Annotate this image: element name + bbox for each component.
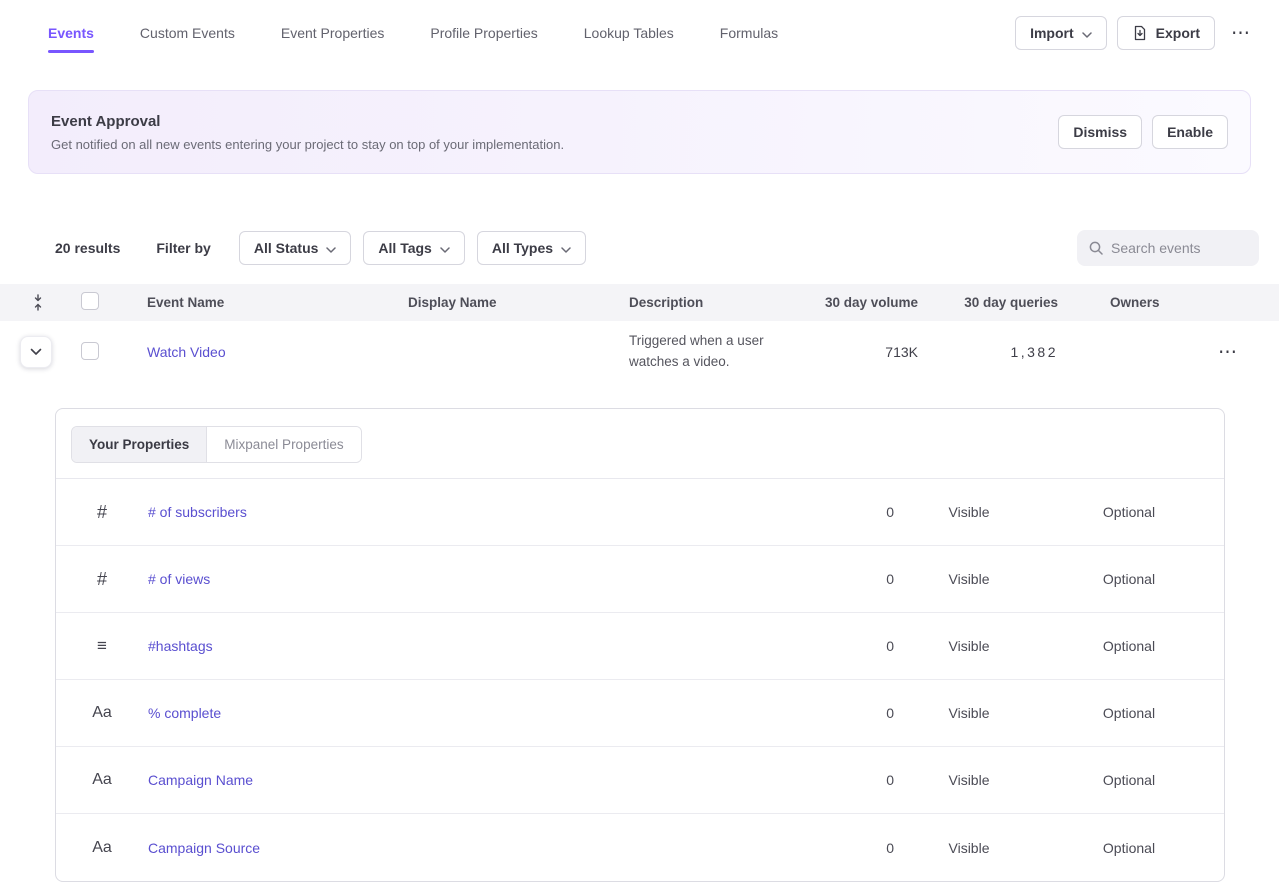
col-queries: 30 day queries [926, 295, 1066, 310]
property-volume: 0 [774, 840, 894, 856]
tab-mixpanel-properties[interactable]: Mixpanel Properties [207, 427, 360, 462]
property-name-link[interactable]: Campaign Source [148, 840, 260, 856]
row-more-options-icon[interactable]: ⋯ [1212, 339, 1279, 366]
queries-cell: 1,382 [926, 344, 1066, 360]
tab-event-properties[interactable]: Event Properties [281, 17, 385, 49]
property-visibility[interactable]: Visible [894, 571, 1044, 587]
collapse-row-button[interactable] [20, 336, 52, 368]
results-count: 20 results [55, 240, 120, 256]
import-button[interactable]: Import [1015, 16, 1107, 50]
property-requirement[interactable]: Optional [1044, 571, 1214, 587]
tab-formulas[interactable]: Formulas [720, 17, 778, 49]
text-type-icon: Aa [92, 704, 112, 722]
status-filter-label: All Status [254, 240, 319, 256]
event-approval-banner: Event Approval Get notified on all new e… [28, 90, 1251, 174]
property-requirement[interactable]: Optional [1044, 705, 1214, 721]
banner-title: Event Approval [51, 113, 564, 130]
property-row: ≡ #hashtags 0 Visible Optional [56, 613, 1224, 680]
chevron-down-icon [1082, 25, 1092, 41]
text-type-icon: Aa [92, 839, 112, 857]
filter-by-label: Filter by [156, 240, 210, 256]
properties-tab-group: Your Properties Mixpanel Properties [71, 426, 362, 463]
tab-lookup-tables[interactable]: Lookup Tables [584, 17, 674, 49]
export-button-label: Export [1156, 25, 1200, 41]
property-visibility[interactable]: Visible [894, 504, 1044, 520]
search-icon [1088, 240, 1104, 256]
banner-description: Get notified on all new events entering … [51, 137, 564, 152]
collapse-all-icon[interactable] [20, 294, 56, 311]
property-volume: 0 [774, 571, 894, 587]
col-description: Description [629, 295, 820, 310]
property-name-link[interactable]: # of views [148, 571, 210, 587]
filter-bar: 20 results Filter by All Status All Tags… [55, 230, 1259, 266]
property-name-link[interactable]: #hashtags [148, 638, 213, 654]
export-button[interactable]: Export [1117, 16, 1215, 50]
property-requirement[interactable]: Optional [1044, 638, 1214, 654]
status-filter-dropdown[interactable]: All Status [239, 231, 352, 265]
property-volume: 0 [774, 705, 894, 721]
property-volume: 0 [774, 638, 894, 654]
table-row: Watch Video Triggered when a user watche… [0, 321, 1279, 383]
property-name-link[interactable]: # of subscribers [148, 504, 247, 520]
event-name-link[interactable]: Watch Video [147, 344, 226, 360]
property-visibility[interactable]: Visible [894, 772, 1044, 788]
col-display-name: Display Name [408, 295, 629, 310]
import-button-label: Import [1030, 25, 1074, 41]
col-owners: Owners [1066, 295, 1206, 310]
properties-panel: Your Properties Mixpanel Properties # # … [55, 408, 1225, 882]
table-header: Event Name Display Name Description 30 d… [0, 284, 1279, 321]
export-icon [1132, 25, 1148, 41]
row-checkbox[interactable] [81, 342, 99, 360]
property-requirement[interactable]: Optional [1044, 504, 1214, 520]
property-row: Aa % complete 0 Visible Optional [56, 680, 1224, 747]
property-name-link[interactable]: Campaign Name [148, 772, 253, 788]
lexicon-events-page: Events Custom Events Event Properties Pr… [0, 0, 1279, 884]
volume-cell: 713K [820, 344, 926, 360]
tab-profile-properties[interactable]: Profile Properties [430, 17, 537, 49]
property-row: # # of views 0 Visible Optional [56, 546, 1224, 613]
property-requirement[interactable]: Optional [1044, 840, 1214, 856]
nav-tab-bar: Events Custom Events Event Properties Pr… [48, 17, 778, 49]
property-volume: 0 [774, 504, 894, 520]
banner-text: Event Approval Get notified on all new e… [51, 113, 564, 152]
tab-your-properties[interactable]: Your Properties [72, 427, 207, 462]
top-navigation: Events Custom Events Event Properties Pr… [0, 0, 1279, 66]
dismiss-button[interactable]: Dismiss [1058, 115, 1142, 149]
property-row: Aa Campaign Source 0 Visible Optional [56, 814, 1224, 881]
chevron-down-icon [561, 240, 571, 256]
number-type-icon: # [97, 502, 107, 523]
search-box [1077, 230, 1259, 266]
nav-actions: Import Export ⋯ [1015, 16, 1257, 50]
tags-filter-dropdown[interactable]: All Tags [363, 231, 464, 265]
banner-actions: Dismiss Enable [1058, 115, 1228, 149]
description-cell: Triggered when a user watches a video. [629, 321, 820, 383]
tab-custom-events[interactable]: Custom Events [140, 17, 235, 49]
chevron-down-icon [440, 240, 450, 256]
filter-dropdowns: All Status All Tags All Types [239, 231, 586, 265]
col-event-name: Event Name [147, 295, 408, 310]
tags-filter-label: All Tags [378, 240, 431, 256]
select-all-checkbox[interactable] [81, 292, 99, 310]
more-options-icon[interactable]: ⋯ [1225, 20, 1257, 47]
search-input[interactable] [1077, 230, 1259, 266]
property-visibility[interactable]: Visible [894, 840, 1044, 856]
tab-events[interactable]: Events [48, 17, 94, 49]
property-visibility[interactable]: Visible [894, 638, 1044, 654]
col-volume: 30 day volume [820, 295, 926, 310]
types-filter-dropdown[interactable]: All Types [477, 231, 586, 265]
number-type-icon: # [97, 569, 107, 590]
property-name-link[interactable]: % complete [148, 705, 221, 721]
chevron-down-icon [30, 348, 42, 356]
property-visibility[interactable]: Visible [894, 705, 1044, 721]
property-volume: 0 [774, 772, 894, 788]
property-row: Aa Campaign Name 0 Visible Optional [56, 747, 1224, 814]
list-type-icon: ≡ [97, 636, 107, 656]
text-type-icon: Aa [92, 771, 112, 789]
enable-button[interactable]: Enable [1152, 115, 1228, 149]
property-row: # # of subscribers 0 Visible Optional [56, 479, 1224, 546]
properties-panel-header: Your Properties Mixpanel Properties [56, 409, 1224, 478]
chevron-down-icon [326, 240, 336, 256]
types-filter-label: All Types [492, 240, 553, 256]
property-requirement[interactable]: Optional [1044, 772, 1214, 788]
